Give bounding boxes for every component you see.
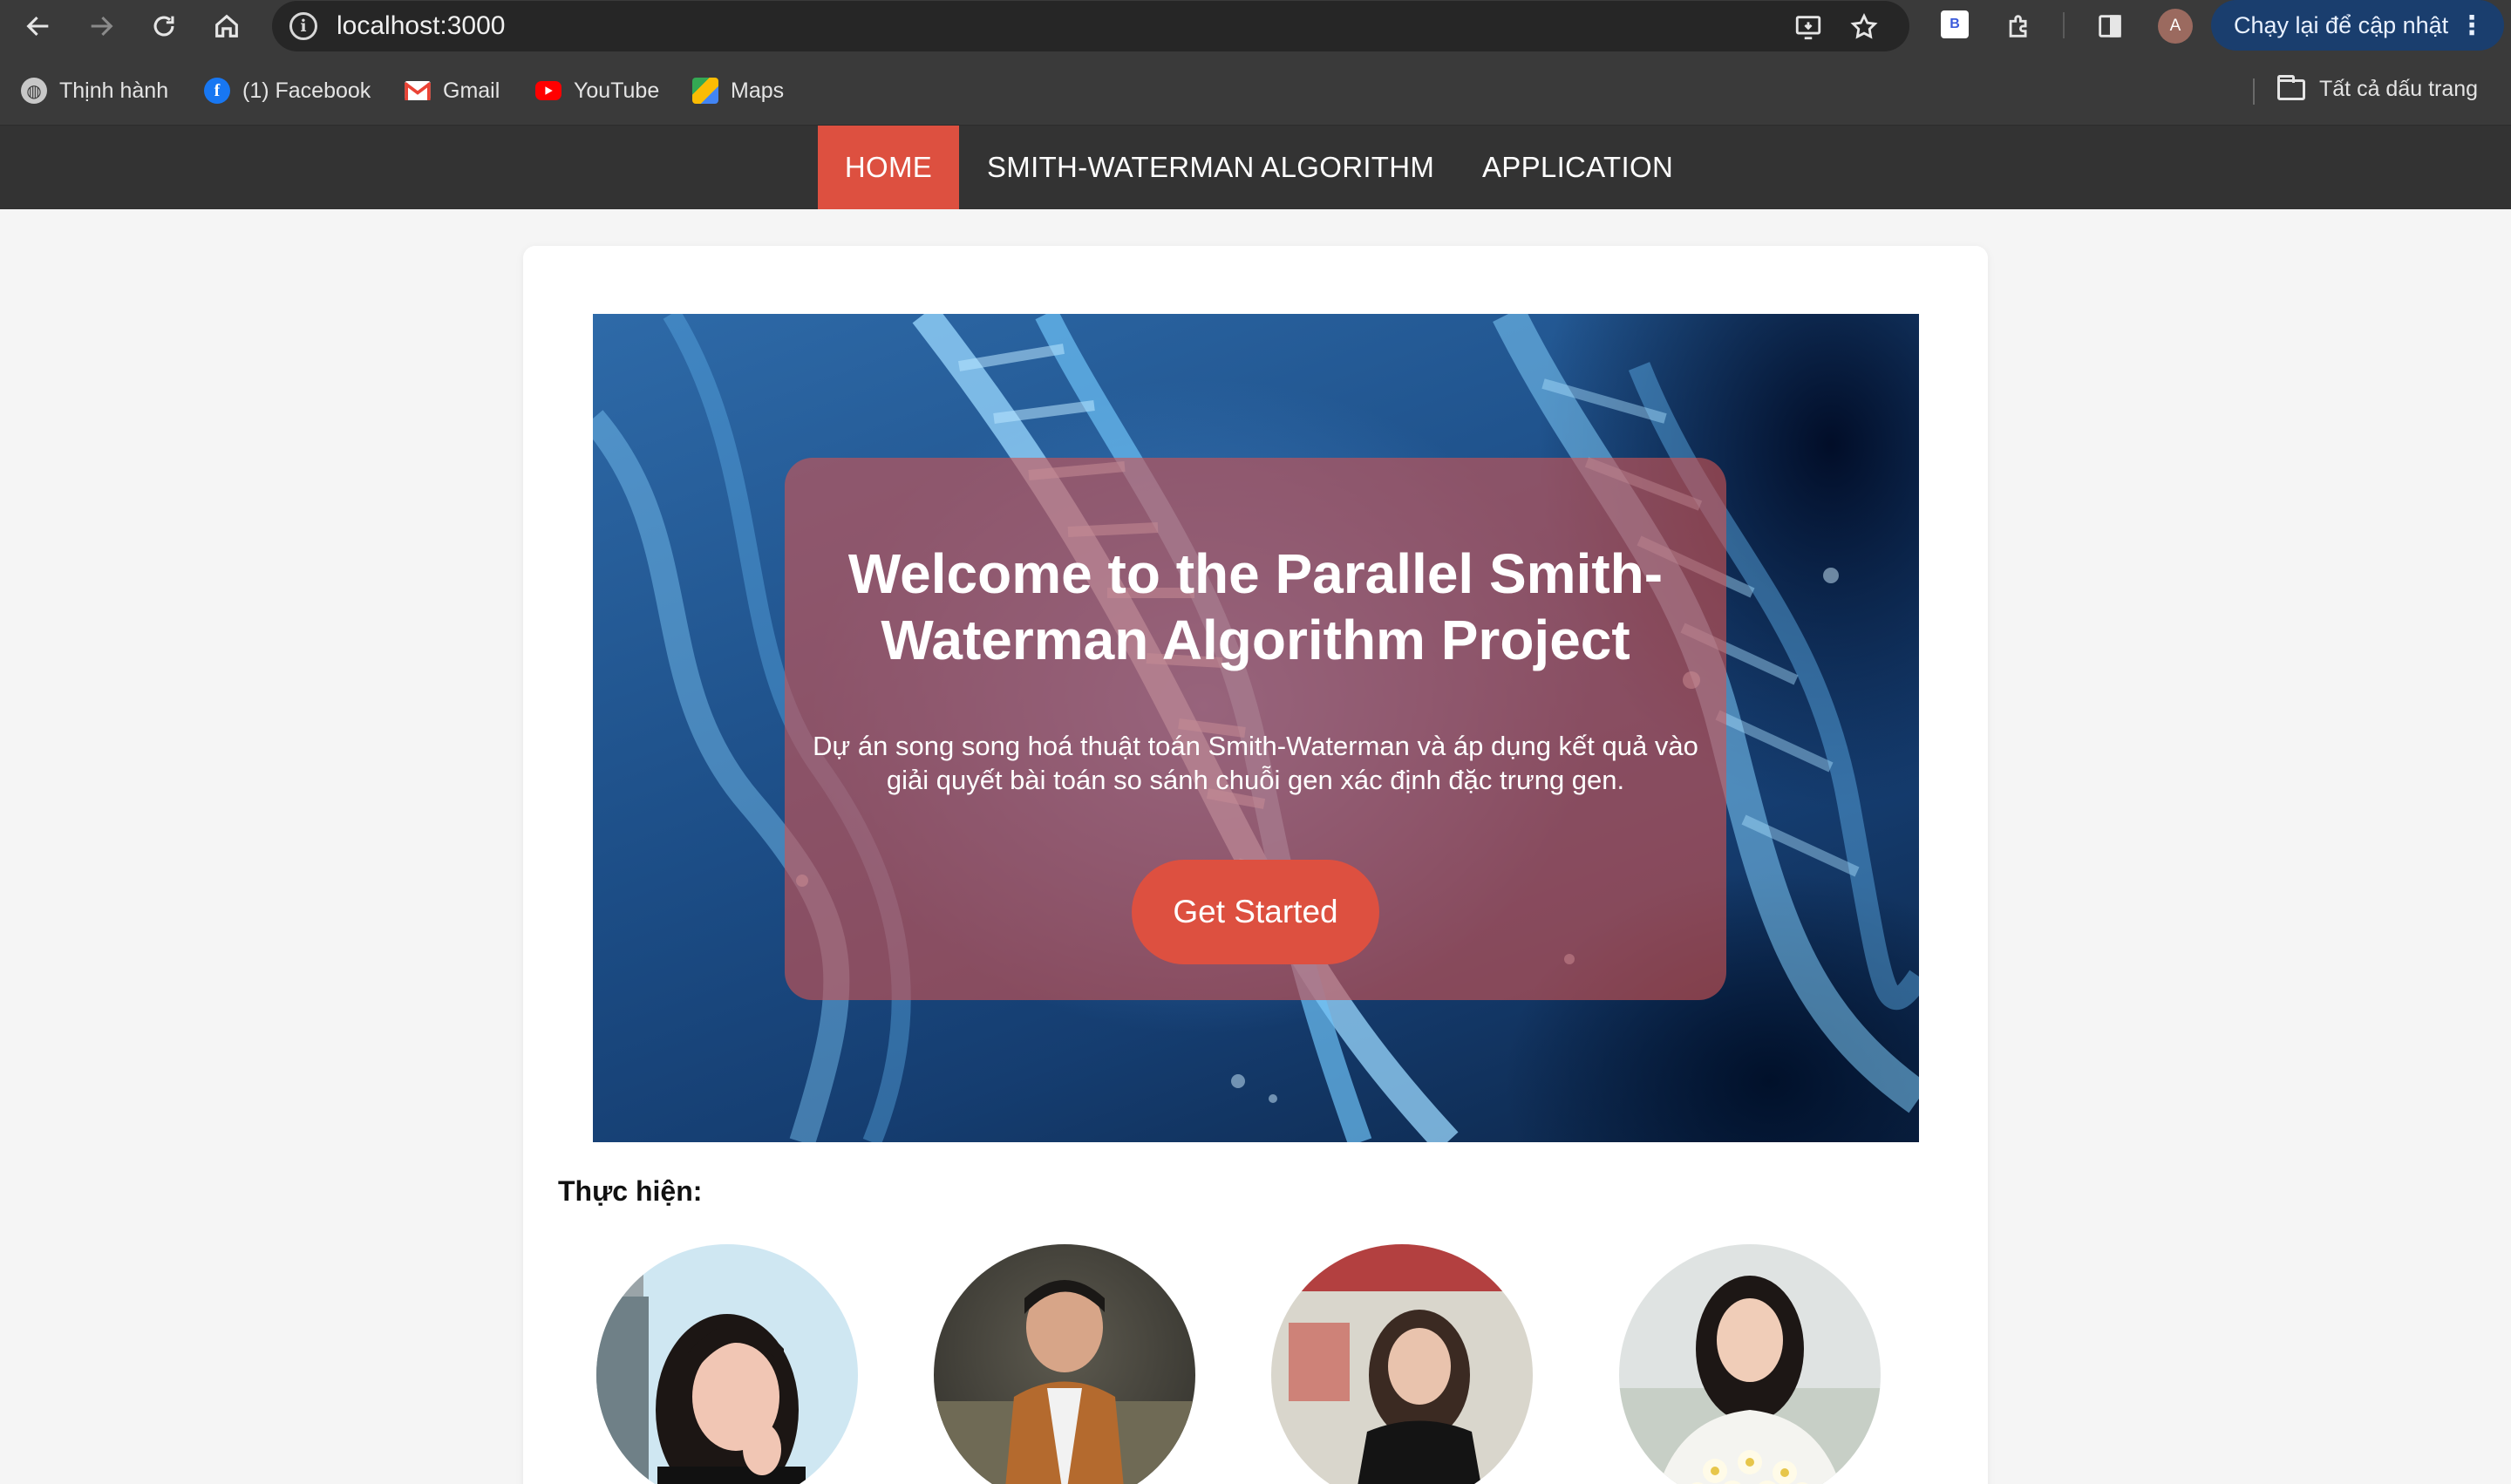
- facebook-icon: f: [204, 78, 230, 104]
- globe-icon: ◍: [21, 78, 47, 104]
- address-bar[interactable]: i localhost:3000: [272, 1, 1909, 51]
- update-button-label: Chạy lại để cập nhật: [2234, 11, 2449, 38]
- bookmark-item-trending[interactable]: ◍ Thịnh hành: [21, 77, 168, 105]
- site-navbar: HOME SMITH-WATERMAN ALGORITHM APPLICATIO…: [0, 126, 2511, 209]
- install-app-icon[interactable]: [1791, 10, 1826, 44]
- profile-avatar[interactable]: A: [2158, 9, 2193, 44]
- bookmarks-bar: ◍ Thịnh hành f (1) Facebook Gmail YouTub…: [0, 52, 2511, 126]
- all-bookmarks-button[interactable]: Tất cả dấu trang: [2277, 74, 2478, 102]
- youtube-icon: [535, 81, 561, 100]
- nav-home[interactable]: HOME: [818, 126, 959, 209]
- folder-icon: [2277, 74, 2305, 100]
- team-label: Thực hiện:: [558, 1175, 703, 1207]
- bookmark-item-maps[interactable]: Maps: [692, 77, 784, 105]
- bookmark-item-youtube[interactable]: YouTube: [535, 77, 659, 105]
- nav-application[interactable]: APPLICATION: [1454, 126, 1701, 209]
- site-info-icon[interactable]: i: [289, 12, 317, 40]
- browser-toolbar: i localhost:3000 B A Chạy lại để cập nhậ…: [0, 0, 2511, 52]
- nav-smith-waterman[interactable]: SMITH-WATERMAN ALGORITHM: [959, 126, 1462, 209]
- gmail-icon: [405, 78, 431, 104]
- home-icon[interactable]: [206, 5, 248, 47]
- get-started-button[interactable]: Get Started: [1132, 860, 1379, 964]
- update-chrome-button[interactable]: Chạy lại để cập nhật ⋮: [2211, 0, 2504, 51]
- extension-b-icon[interactable]: B: [1941, 10, 1969, 38]
- maps-icon: [692, 78, 718, 104]
- bookmark-star-icon[interactable]: [1847, 10, 1882, 44]
- toolbar-separator: [2063, 12, 2065, 38]
- bookmark-item-facebook[interactable]: f (1) Facebook: [204, 77, 371, 105]
- extensions-puzzle-icon[interactable]: [1998, 5, 2040, 47]
- forward-icon[interactable]: [80, 5, 122, 47]
- hero-subtitle: Dự án song song hoá thuật toán Smith-Wat…: [813, 731, 1698, 795]
- side-panel-icon[interactable]: [2089, 5, 2131, 47]
- back-icon[interactable]: [17, 5, 59, 47]
- bookmark-item-gmail[interactable]: Gmail: [405, 77, 500, 105]
- reload-icon[interactable]: [143, 5, 185, 47]
- more-menu-icon[interactable]: ⋮: [2459, 10, 2485, 41]
- url-text[interactable]: localhost:3000: [337, 11, 505, 41]
- hero-title: Welcome to the Parallel Smith-Waterman A…: [847, 542, 1664, 671]
- bookmarks-separator: [2253, 78, 2255, 105]
